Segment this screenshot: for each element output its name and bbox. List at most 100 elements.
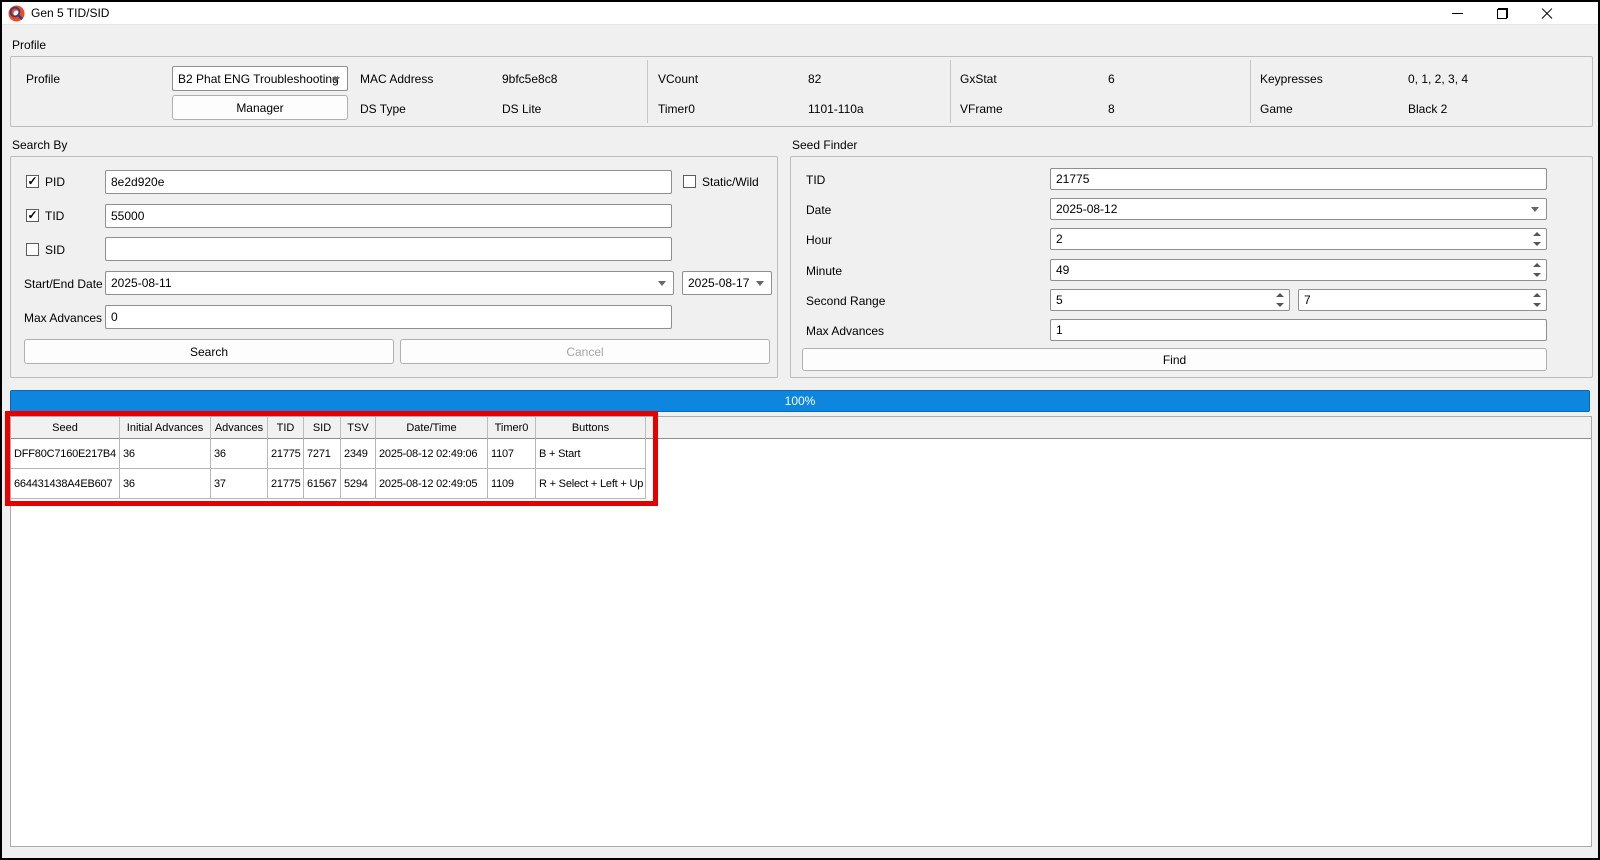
cell-seed[interactable]: DFF80C7160E217B4: [11, 439, 120, 469]
gxstat-label: GxStat: [960, 71, 997, 87]
spin-up-icon[interactable]: [1531, 260, 1543, 270]
cell-tsv[interactable]: 2349: [341, 439, 376, 469]
title-bar[interactable]: Gen 5 TID/SID: [2, 2, 1598, 25]
cell-tid[interactable]: 21775: [268, 469, 304, 499]
pid-label: PID: [45, 174, 65, 190]
cell-advances[interactable]: 36: [211, 439, 268, 469]
spin-down-icon[interactable]: [1531, 239, 1543, 249]
tid-checkbox[interactable]: ✓: [26, 209, 39, 222]
finder-tid-input[interactable]: [1050, 168, 1547, 190]
minute-input[interactable]: [1051, 260, 1528, 280]
mac-address-label: MAC Address: [360, 71, 433, 87]
cell-timer0[interactable]: 1107: [488, 439, 536, 469]
cell-timer0[interactable]: 1109: [488, 469, 536, 499]
cell-datetime[interactable]: 2025-08-12 02:49:05: [376, 469, 488, 499]
second-min-spinner[interactable]: [1050, 289, 1290, 311]
cell-initial-advances[interactable]: 36: [120, 439, 211, 469]
minimize-button[interactable]: [1441, 2, 1473, 25]
sid-input[interactable]: [105, 237, 672, 261]
find-button-label: Find: [1163, 353, 1186, 367]
restore-button[interactable]: [1486, 2, 1518, 25]
sid-checkbox[interactable]: [26, 243, 39, 256]
table-row[interactable]: 664431438A4EB607 36 37 21775 61567 5294 …: [11, 469, 1591, 499]
ds-type-label: DS Type: [360, 101, 406, 117]
column-header-tid[interactable]: TID: [268, 417, 304, 439]
vcount-value: 82: [808, 71, 821, 87]
hour-spinner[interactable]: [1050, 228, 1547, 250]
cell-sid[interactable]: 61567: [304, 469, 341, 499]
spin-up-icon[interactable]: [1274, 290, 1286, 300]
spin-down-icon[interactable]: [1531, 300, 1543, 310]
profile-select[interactable]: B2 Phat ENG Troubleshooting: [172, 66, 348, 91]
search-max-advances-input[interactable]: [105, 305, 672, 329]
column-header-buttons[interactable]: Buttons: [536, 417, 646, 439]
pid-checkbox[interactable]: ✓: [26, 175, 39, 188]
manager-button[interactable]: Manager: [172, 95, 348, 120]
pid-input[interactable]: [105, 170, 672, 194]
progress-value: 100%: [785, 394, 816, 408]
cancel-button[interactable]: Cancel: [400, 339, 770, 364]
finder-date-select[interactable]: 2025-08-12: [1050, 198, 1547, 220]
column-header-seed[interactable]: Seed: [11, 417, 120, 439]
column-header-initial-advances[interactable]: Initial Advances: [120, 417, 211, 439]
finder-date-value: 2025-08-12: [1056, 202, 1117, 216]
results-table: Seed Initial Advances Advances TID SID T…: [10, 416, 1592, 847]
tid-label: TID: [45, 208, 64, 224]
chevron-down-icon: [332, 77, 340, 82]
restore-icon: [1497, 8, 1508, 19]
game-label: Game: [1260, 101, 1293, 117]
cell-datetime[interactable]: 2025-08-12 02:49:06: [376, 439, 488, 469]
column-header-advances[interactable]: Advances: [211, 417, 268, 439]
cell-initial-advances[interactable]: 36: [120, 469, 211, 499]
end-date-select[interactable]: 2025-08-17: [682, 271, 772, 295]
cell-advances[interactable]: 37: [211, 469, 268, 499]
finder-max-advances-input[interactable]: [1050, 319, 1547, 341]
cell-buttons[interactable]: R + Select + Left + Up: [536, 469, 646, 499]
column-header-timer0[interactable]: Timer0: [488, 417, 536, 439]
vframe-value: 8: [1108, 101, 1115, 117]
timer0-label: Timer0: [658, 101, 695, 117]
minute-spinner[interactable]: [1050, 259, 1547, 281]
static-wild-label: Static/Wild: [702, 174, 759, 190]
close-button[interactable]: [1531, 2, 1563, 25]
search-button-label: Search: [190, 345, 228, 359]
second-min-input[interactable]: [1051, 290, 1271, 310]
cell-tsv[interactable]: 5294: [341, 469, 376, 499]
chevron-down-icon: [658, 281, 666, 286]
keypresses-value: 0, 1, 2, 3, 4: [1408, 71, 1468, 87]
cell-seed[interactable]: 664431438A4EB607: [11, 469, 120, 499]
spin-up-icon[interactable]: [1531, 290, 1543, 300]
start-date-value: 2025-08-11: [111, 276, 172, 290]
second-max-input[interactable]: [1299, 290, 1528, 310]
ds-type-value: DS Lite: [502, 101, 541, 117]
search-button[interactable]: Search: [24, 339, 394, 364]
hour-input[interactable]: [1051, 229, 1528, 249]
search-max-advances-label: Max Advances: [24, 310, 102, 326]
sid-label: SID: [45, 242, 65, 258]
column-header-sid[interactable]: SID: [304, 417, 341, 439]
profile-group-label: Profile: [12, 38, 46, 52]
window-title: Gen 5 TID/SID: [31, 6, 109, 20]
separator: [950, 60, 951, 123]
cell-sid[interactable]: 7271: [304, 439, 341, 469]
cancel-button-label: Cancel: [566, 345, 603, 359]
cell-tid[interactable]: 21775: [268, 439, 304, 469]
progress-bar: 100%: [10, 390, 1590, 412]
finder-tid-label: TID: [806, 172, 825, 188]
start-date-select[interactable]: 2025-08-11: [105, 271, 674, 295]
column-header-tsv[interactable]: TSV: [341, 417, 376, 439]
finder-max-advances-label: Max Advances: [806, 323, 884, 339]
tid-input[interactable]: [105, 204, 672, 228]
cell-buttons[interactable]: B + Start: [536, 439, 646, 469]
spin-up-icon[interactable]: [1531, 229, 1543, 239]
spin-down-icon[interactable]: [1531, 270, 1543, 280]
gxstat-value: 6: [1108, 71, 1115, 87]
finder-hour-label: Hour: [806, 232, 832, 248]
find-button[interactable]: Find: [802, 348, 1547, 371]
spin-down-icon[interactable]: [1274, 300, 1286, 310]
column-header-datetime[interactable]: Date/Time: [376, 417, 488, 439]
static-wild-checkbox[interactable]: [683, 175, 696, 188]
second-max-spinner[interactable]: [1298, 289, 1547, 311]
second-range-label: Second Range: [806, 293, 885, 309]
table-row[interactable]: DFF80C7160E217B4 36 36 21775 7271 2349 2…: [11, 439, 1591, 469]
